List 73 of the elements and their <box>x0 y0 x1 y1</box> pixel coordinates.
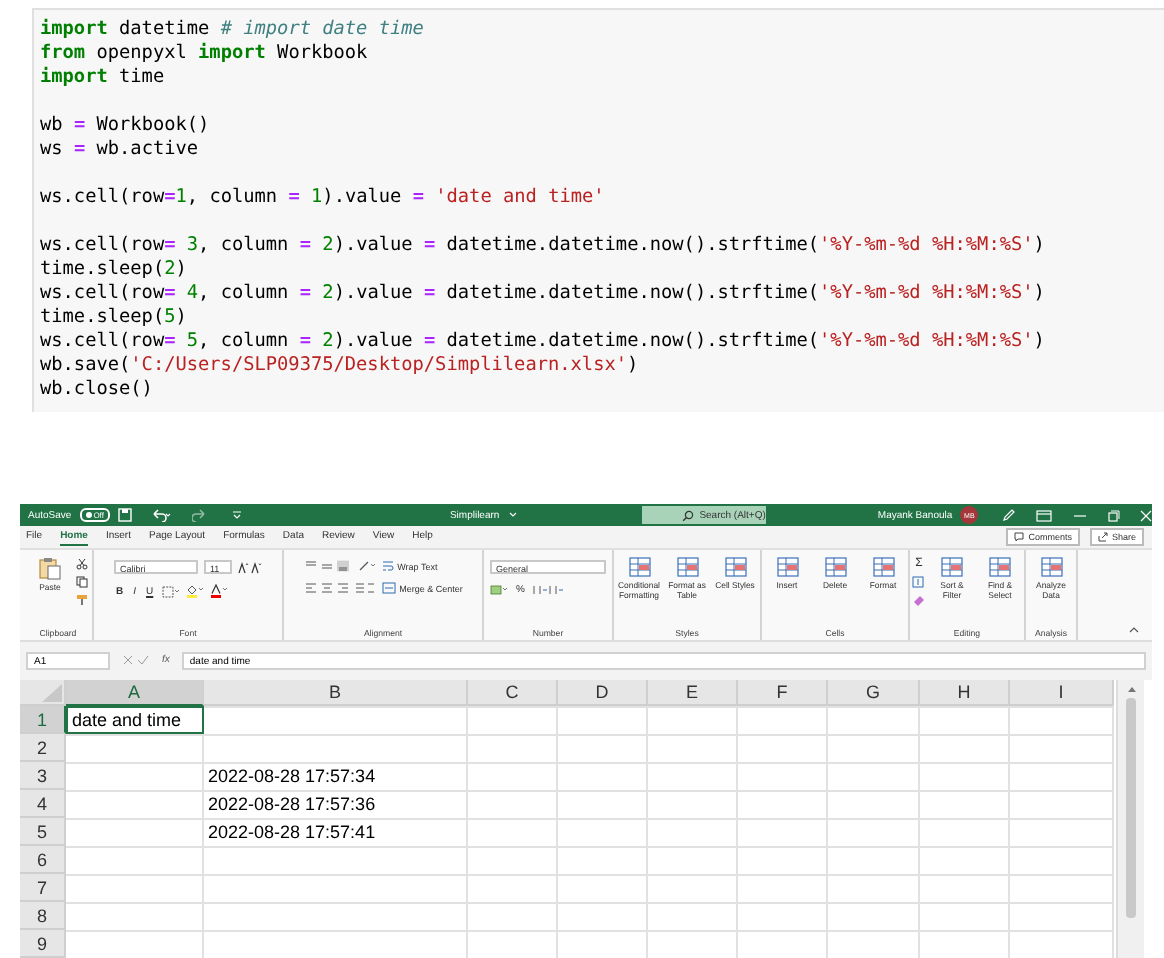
row-header[interactable]: 5 <box>20 818 66 846</box>
currency-icon[interactable] <box>490 584 508 596</box>
code-line: wb.save('C:/Users/SLP09375/Desktop/Simplilearn.xlsx') <box>40 354 639 378</box>
column-header[interactable]: B <box>204 680 468 706</box>
code-line: ws.cell(row= 5, column = 2).value = datetime.datetime.now().strftime('%Y-%m-%d %H:%M:%S') <box>40 330 1045 354</box>
table-icon <box>627 556 651 578</box>
table-icon <box>723 556 747 578</box>
table-icon <box>940 556 964 578</box>
code-line: import datetime # import date time <box>40 18 424 42</box>
scroll-up-icon[interactable] <box>1125 684 1137 694</box>
row-header[interactable]: 1 <box>20 706 66 734</box>
vertical-align-icons[interactable] <box>303 560 352 572</box>
merge-cells-icon <box>381 582 396 594</box>
row-header[interactable]: 9 <box>20 930 66 958</box>
table-icon <box>775 556 799 578</box>
table-cell-text: 2022-08-28 17:57:36 <box>206 792 378 818</box>
table-cell-text: 2022-08-28 17:57:34 <box>206 764 378 790</box>
code-line: ws.cell(row= 3, column = 2).value = datetime.datetime.now().strftime('%Y-%m-%d %H:%M:%S') <box>40 234 1045 258</box>
column-header[interactable]: H <box>920 680 1010 706</box>
active-cell[interactable]: date and time <box>66 706 204 734</box>
eraser-icon[interactable] <box>912 594 926 606</box>
chevron-down-icon[interactable] <box>507 510 518 520</box>
fill-icon[interactable] <box>912 576 926 588</box>
column-header[interactable]: G <box>828 680 920 706</box>
table-icon <box>871 556 895 578</box>
row-header[interactable]: 6 <box>20 846 66 874</box>
table-icon <box>988 556 1012 578</box>
column-header[interactable]: F <box>738 680 828 706</box>
row-header[interactable]: 2 <box>20 734 66 762</box>
copy-icon[interactable] <box>76 576 88 588</box>
code-line: wb.close() <box>40 378 153 402</box>
table-icon <box>675 556 699 578</box>
column-header[interactable]: A <box>66 680 204 706</box>
code-line: ws.cell(row= 4, column = 2).value = datetime.datetime.now().strftime('%Y-%m-%d %H:%M:%S') <box>40 282 1045 306</box>
table-icon <box>823 556 847 578</box>
pen-icon[interactable] <box>1002 508 1017 522</box>
dropdown-caret-icon[interactable] <box>231 510 242 520</box>
column-header[interactable]: E <box>648 680 738 706</box>
code-line: ws.cell(row=1, column = 1).value = 'date and time' <box>40 186 605 210</box>
undo-icon[interactable] <box>151 508 172 522</box>
comment-icon <box>1014 532 1025 542</box>
row-header[interactable]: 3 <box>20 762 66 790</box>
code-line: ws = wb.active <box>40 138 199 162</box>
save-icon[interactable] <box>117 508 132 522</box>
row-header[interactable]: 8 <box>20 902 66 930</box>
cancel-enter-icons[interactable] <box>122 654 150 666</box>
table-cell-text: 2022-08-28 17:57:41 <box>206 820 378 846</box>
ribbon-display-icon[interactable] <box>1036 509 1053 521</box>
scrollbar-thumb[interactable] <box>1126 698 1136 918</box>
code-line: wb = Workbook() <box>40 114 210 138</box>
row-header[interactable]: 4 <box>20 790 66 818</box>
code-line: time.sleep(5) <box>40 306 187 330</box>
borders-icon[interactable] <box>161 585 180 597</box>
scissors-icon[interactable] <box>76 558 88 570</box>
font-size-icon[interactable] <box>238 561 262 573</box>
minimize-icon[interactable] <box>1072 509 1089 521</box>
wrap-text-icon <box>381 560 394 572</box>
clipboard-icon <box>38 556 62 580</box>
row-header[interactable]: 7 <box>20 874 66 902</box>
search-icon <box>681 509 694 521</box>
vertical-scrollbar[interactable] <box>1116 680 1144 958</box>
column-header[interactable]: C <box>468 680 558 706</box>
collapse-ribbon-icon[interactable] <box>1128 626 1140 634</box>
restore-icon[interactable] <box>1108 509 1121 521</box>
share-icon <box>1097 532 1108 542</box>
code-line: import time <box>40 66 165 90</box>
code-line: from openpyxl import Workbook <box>40 42 368 66</box>
close-icon[interactable] <box>1140 509 1152 521</box>
table-icon <box>1039 556 1063 578</box>
brush-icon[interactable] <box>76 594 88 606</box>
column-header[interactable]: D <box>558 680 648 706</box>
code-line: time.sleep(2) <box>40 258 187 282</box>
column-header[interactable]: I <box>1010 680 1114 706</box>
